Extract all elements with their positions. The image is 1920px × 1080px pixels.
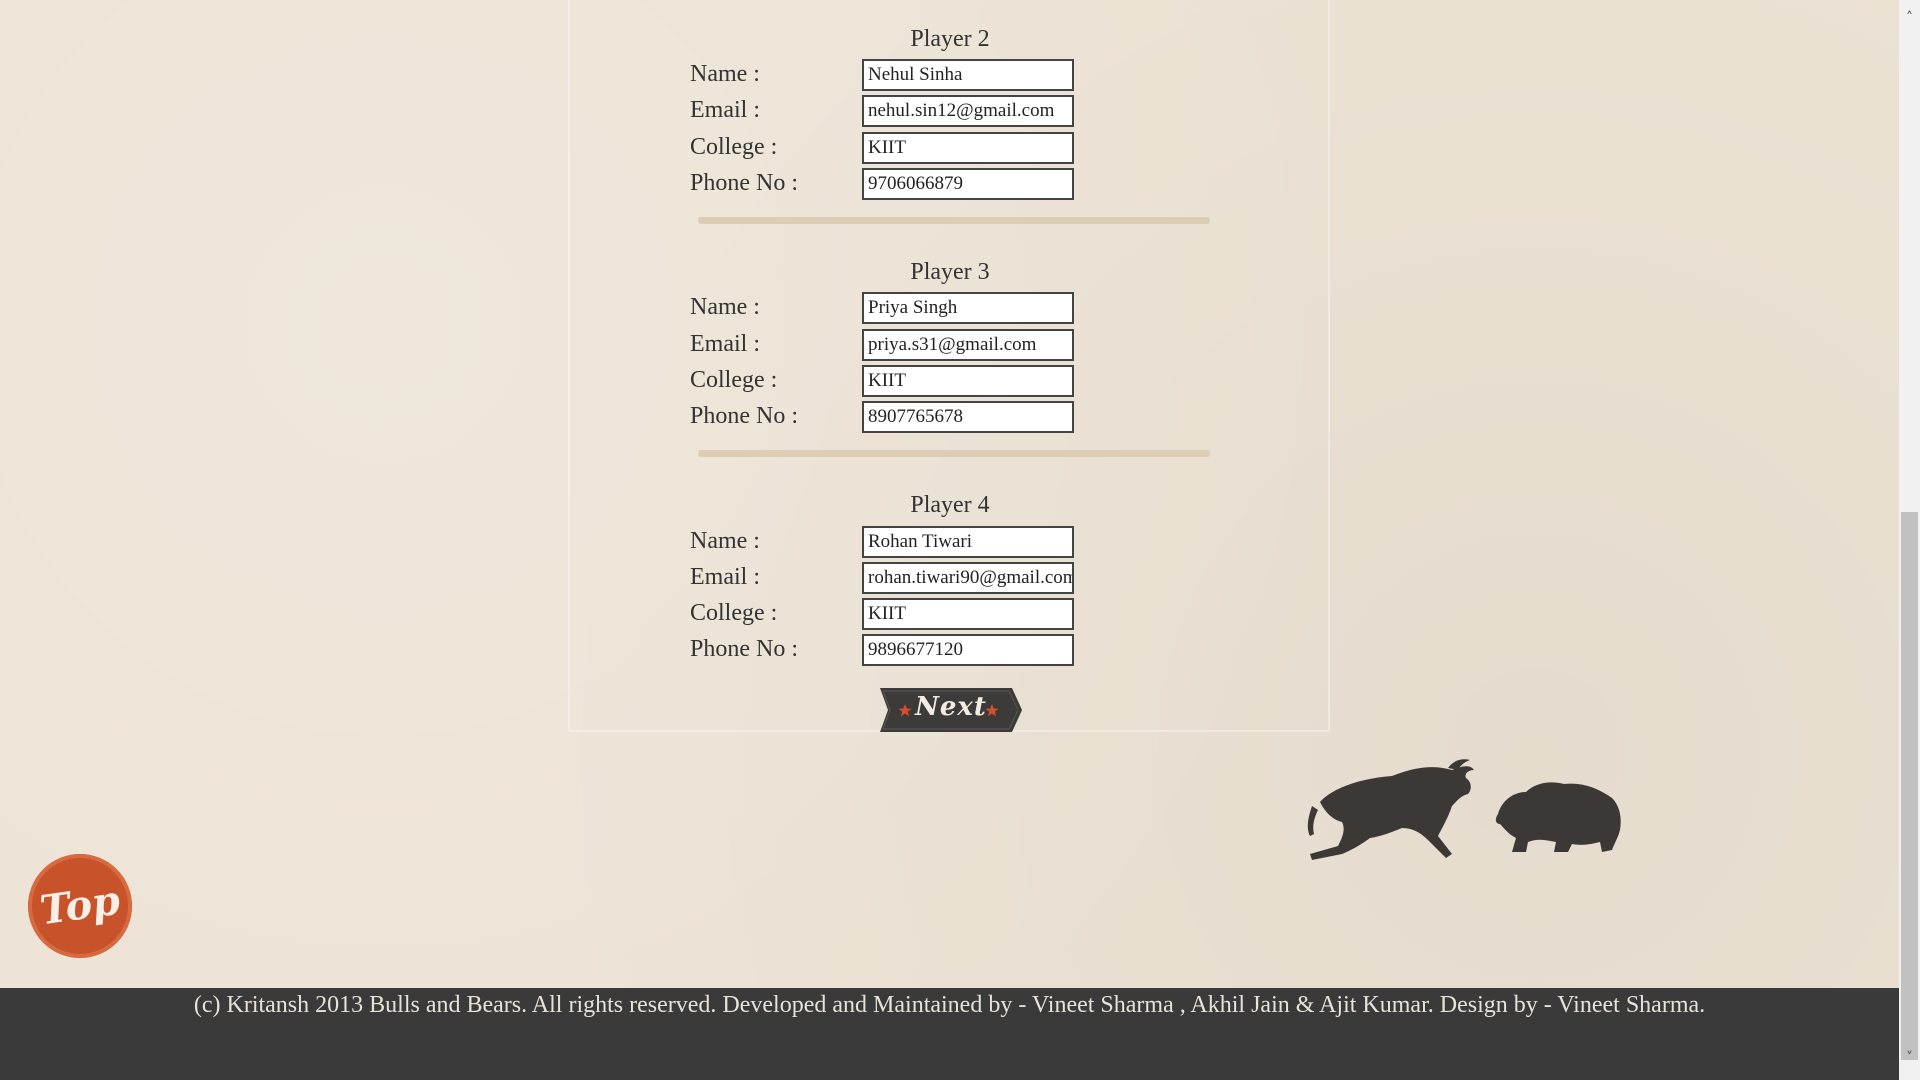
phone-input[interactable]: 8907765678 [862,401,1074,433]
phone-row: Phone No : 9896677120 [690,634,1190,666]
phone-input[interactable]: 9896677120 [862,634,1074,666]
copyright-text: (c) Kritansh 2013 Bulls and Bears. All r… [193,992,1706,1018]
college-label: College : [690,600,778,626]
top-button-label: Top [37,876,123,935]
name-input[interactable]: Nehul Sinha [862,59,1074,91]
next-button[interactable]: Next [880,688,1022,732]
email-input[interactable]: priya.s31@gmail.com [862,329,1074,361]
section-divider [698,450,1210,457]
chevron-up-icon[interactable]: ˄ [1899,8,1920,28]
vertical-scrollbar[interactable]: ˄ ˅ [1899,0,1920,1080]
name-row: Name : Rohan Tiwari [690,526,1190,558]
email-row: Email : nehul.sin12@gmail.com [690,95,1190,127]
email-input[interactable]: rohan.tiwari90@gmail.com [862,562,1074,594]
scrollbar-thumb[interactable] [1901,512,1918,1060]
name-input[interactable]: Rohan Tiwari [862,526,1074,558]
next-button-label: Next [915,692,987,722]
name-row: Name : Priya Singh [690,292,1190,324]
college-row: College : KIIT [690,598,1190,630]
college-label: College : [690,367,778,393]
bull-and-bear-logo [1307,759,1621,860]
phone-label: Phone No : [690,403,798,429]
scroll-to-top-button[interactable]: Top [28,854,132,958]
college-input[interactable]: KIIT [862,598,1074,630]
section-divider [698,217,1210,224]
player-title: Player 3 [910,259,990,285]
phone-row: Phone No : 8907765678 [690,401,1190,433]
phone-label: Phone No : [690,170,798,196]
name-label: Name : [690,528,760,554]
player-title: Player 4 [910,492,990,518]
footer: (c) Kritansh 2013 Bulls and Bears. All r… [0,988,1899,1080]
phone-row: Phone No : 9706066879 [690,168,1190,200]
name-label: Name : [690,294,760,320]
name-input[interactable]: Priya Singh [862,292,1074,324]
email-row: Email : rohan.tiwari90@gmail.com [690,562,1190,594]
bear-icon [1495,782,1621,852]
email-label: Email : [690,564,760,590]
registration-form-panel: Player 2 Name : Nehul Sinha Email : nehu… [568,0,1330,732]
phone-input[interactable]: 9706066879 [862,168,1074,200]
name-row: Name : Nehul Sinha [690,59,1190,91]
college-input[interactable]: KIIT [862,365,1074,397]
name-label: Name : [690,61,760,87]
phone-label: Phone No : [690,636,798,662]
chevron-down-icon[interactable]: ˅ [1899,1048,1920,1068]
email-label: Email : [690,331,760,357]
email-input[interactable]: nehul.sin12@gmail.com [862,95,1074,127]
college-input[interactable]: KIIT [862,132,1074,164]
college-label: College : [690,134,778,160]
bull-icon [1307,759,1474,860]
player-title: Player 2 [910,26,990,52]
email-row: Email : priya.s31@gmail.com [690,329,1190,361]
college-row: College : KIIT [690,132,1190,164]
college-row: College : KIIT [690,365,1190,397]
registration-page: Player 2 Name : Nehul Sinha Email : nehu… [0,0,1920,1080]
email-label: Email : [690,97,760,123]
